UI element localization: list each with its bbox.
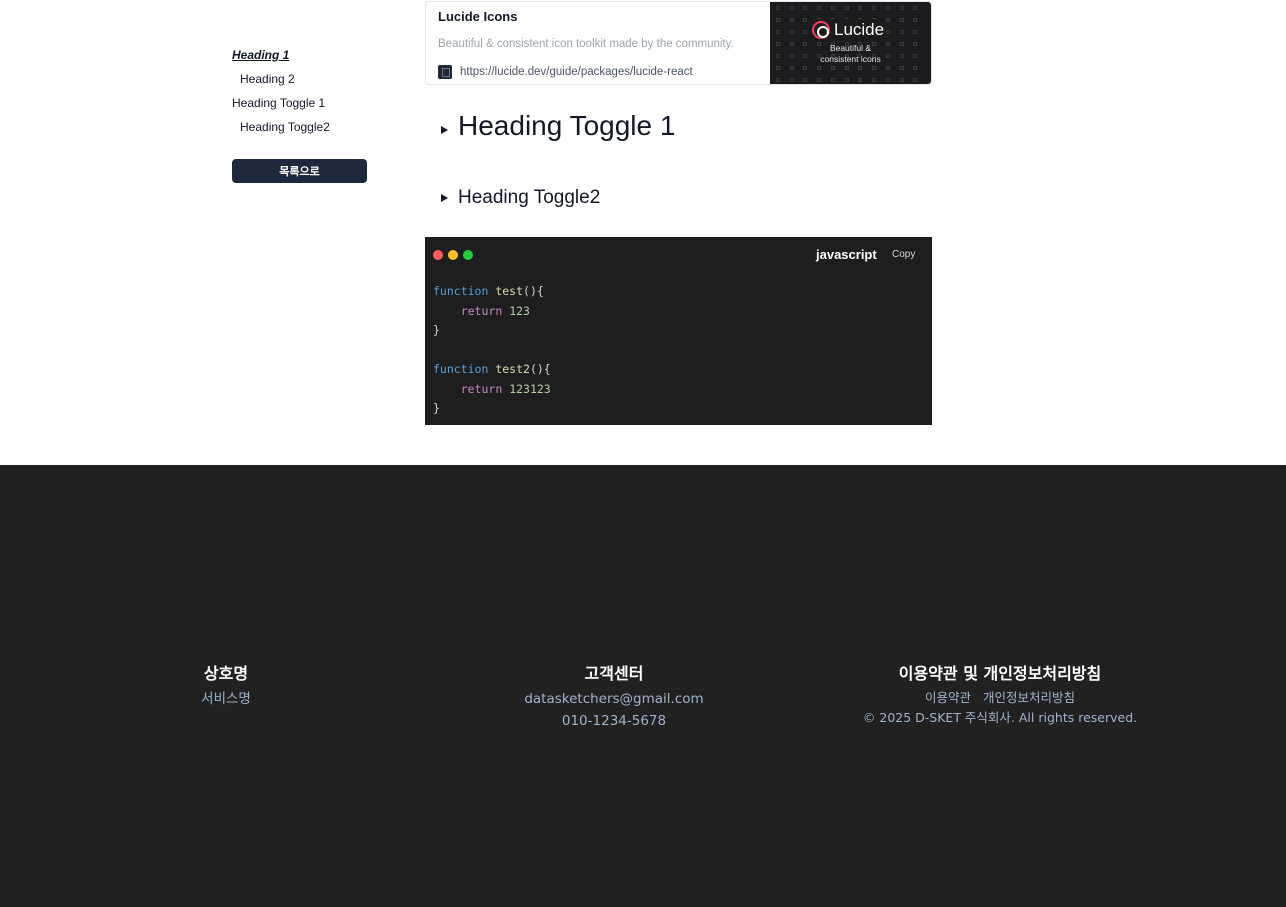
toc-item-heading-toggle-2[interactable]: Heading Toggle2: [232, 118, 372, 142]
privacy-link[interactable]: 개인정보처리방침: [983, 690, 1075, 705]
maximize-dot-icon: [463, 250, 473, 260]
code-content[interactable]: function test(){ return 123} function tes…: [433, 282, 551, 419]
footer-support: 고객센터 datasketchers@gmail.com 010-1234-56…: [524, 660, 703, 732]
toc-item-heading-1[interactable]: Heading 1: [232, 46, 372, 70]
toc-item-heading-toggle-1[interactable]: Heading Toggle 1: [232, 94, 372, 118]
bookmark-text: Lucide Icons Beautiful & consistent icon…: [426, 2, 770, 84]
bookmark-title: Lucide Icons: [438, 9, 518, 24]
bookmark-url: https://lucide.dev/guide/packages/lucide…: [460, 66, 693, 78]
footer-support-heading: 고객센터: [584, 664, 644, 683]
window-dots: [433, 250, 473, 260]
bookmark-thumbnail: Lucide Beautiful & consistent icons: [770, 2, 931, 84]
footer-company-name: 서비스명: [201, 691, 251, 707]
tagline-line-2: consistent icons: [820, 54, 881, 64]
heading-toggle-1[interactable]: Heading Toggle 1: [441, 110, 675, 142]
copy-button[interactable]: Copy: [892, 249, 915, 260]
heading-toggle-2[interactable]: Heading Toggle2: [441, 187, 600, 209]
heading-toggle-1-label: Heading Toggle 1: [458, 110, 676, 141]
footer-legal: 이용약관 및 개인정보처리방침 이용약관 개인정보처리방침 © 2025 D-S…: [863, 660, 1137, 728]
lucide-logo-icon: [812, 21, 830, 39]
caret-right-icon[interactable]: [441, 126, 448, 134]
minimize-dot-icon: [448, 250, 458, 260]
terms-link[interactable]: 이용약관: [925, 690, 971, 705]
lucide-tagline: Beautiful & consistent icons: [770, 43, 931, 65]
caret-right-icon[interactable]: [441, 194, 448, 202]
footer-company-heading: 상호명: [203, 664, 249, 683]
code-line: }: [433, 401, 440, 415]
code-line: return 123123: [460, 381, 551, 396]
footer-company: 상호명 서비스명: [201, 660, 251, 710]
code-line: return 123: [460, 303, 530, 318]
table-of-contents: Heading 1 Heading 2 Heading Toggle 1 Hea…: [232, 46, 372, 183]
footer-legal-heading: 이용약관 및 개인정보처리방침: [898, 664, 1102, 683]
code-line: }: [433, 323, 440, 337]
footer-legal-links: 이용약관 개인정보처리방침: [863, 688, 1137, 708]
toc-item-heading-2[interactable]: Heading 2: [232, 70, 372, 94]
back-to-list-button[interactable]: 목록으로: [232, 159, 367, 183]
code-line: function test2(){: [433, 362, 551, 376]
footer-support-email[interactable]: datasketchers@gmail.com: [524, 688, 703, 710]
favicon-icon: [438, 65, 452, 79]
lucide-logo: Lucide: [810, 19, 887, 41]
tagline-line-1: Beautiful &: [829, 43, 872, 53]
footer-support-phone: 010-1234-5678: [561, 713, 667, 729]
footer-copyright: © 2025 D-SKET 주식회사. All rights reserved.: [862, 710, 1138, 725]
footer: 상호명 서비스명 고객센터 datasketchers@gmail.com 01…: [0, 465, 1286, 907]
code-language-label: javascript: [816, 247, 877, 262]
heading-toggle-2-label: Heading Toggle2: [458, 187, 601, 208]
bookmark-url-row: https://lucide.dev/guide/packages/lucide…: [438, 65, 693, 79]
code-block: javascript Copy function test(){ return …: [425, 237, 932, 425]
close-dot-icon: [433, 250, 443, 260]
code-line: function test(){: [433, 284, 544, 298]
bookmark-description: Beautiful & consistent icon toolkit made…: [438, 38, 734, 50]
lucide-brand-text: Lucide: [834, 20, 885, 39]
bookmark-card[interactable]: Lucide Icons Beautiful & consistent icon…: [425, 1, 932, 85]
